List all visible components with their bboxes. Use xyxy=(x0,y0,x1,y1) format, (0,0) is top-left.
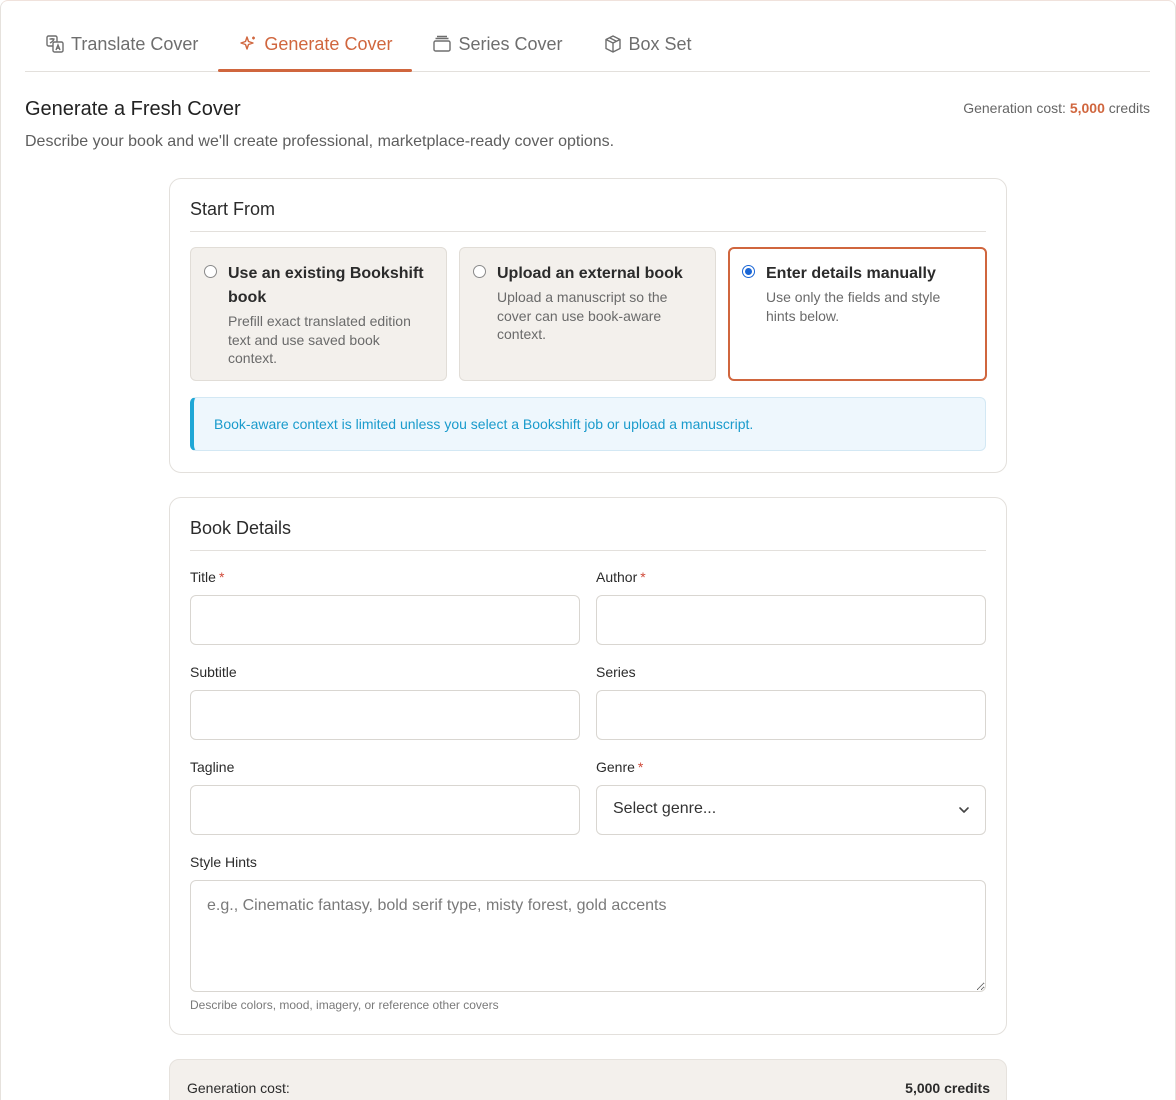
tab-label: Generate Cover xyxy=(264,33,393,54)
tab-box-set[interactable]: Box Set xyxy=(583,18,712,70)
series-label: Series xyxy=(596,664,636,680)
title-label-text: Title xyxy=(190,569,216,585)
option-title: Upload an external book xyxy=(497,265,683,282)
author-label: Author * xyxy=(596,569,646,585)
cost-summary-label: Generation cost: xyxy=(187,1080,290,1096)
author-label-text: Author xyxy=(596,569,638,585)
genre-select[interactable]: Select genre... xyxy=(596,785,986,835)
tab-label: Series Cover xyxy=(458,33,563,54)
option-description: Prefill exact translated edition text an… xyxy=(228,313,411,366)
cost-summary-value: 5,000 credits xyxy=(905,1080,990,1096)
book-aware-info-alert: Book-aware context is limited unless you… xyxy=(190,397,986,451)
cost-amount: 5,000 xyxy=(1069,100,1105,116)
genre-label-text: Genre xyxy=(596,759,635,775)
required-mark: * xyxy=(640,569,646,585)
option-upload-book[interactable]: Upload an external book Upload a manuscr… xyxy=(459,247,716,381)
start-from-title: Start From xyxy=(190,199,986,232)
tab-bar: Translate Cover Generate Cover Series Co… xyxy=(25,18,1150,72)
option-existing-book[interactable]: Use an existing Bookshift book Prefill e… xyxy=(190,247,447,381)
required-mark: * xyxy=(637,759,644,775)
cost-label: Generation cost: xyxy=(963,100,1066,116)
radio-existing-book[interactable] xyxy=(204,265,217,278)
start-from-card: Start From Use an existing Bookshift boo… xyxy=(169,178,1007,473)
tab-label: Translate Cover xyxy=(71,33,199,54)
book-details-title: Book Details xyxy=(190,518,986,551)
genre-selected-value: Select genre... xyxy=(613,800,717,817)
radio-upload-book[interactable] xyxy=(473,265,486,278)
style-hints-label: Style Hints xyxy=(190,854,257,870)
style-hints-textarea[interactable] xyxy=(190,880,986,992)
cost-unit: credits xyxy=(1108,100,1150,116)
page-description: Describe your book and we'll create prof… xyxy=(25,133,615,150)
sparkle-icon xyxy=(238,34,258,54)
option-enter-manually[interactable]: Enter details manually Use only the fiel… xyxy=(728,247,987,381)
stack-icon xyxy=(432,34,452,54)
tab-translate-cover[interactable]: Translate Cover xyxy=(25,18,218,70)
radio-enter-manually[interactable] xyxy=(742,265,755,278)
subtitle-input[interactable] xyxy=(190,690,580,740)
tagline-label: Tagline xyxy=(190,759,235,775)
chevron-down-icon xyxy=(957,803,971,817)
title-label: Title * xyxy=(190,569,224,585)
tab-generate-cover[interactable]: Generate Cover xyxy=(218,18,413,72)
generation-cost-header: Generation cost: 5,000 credits xyxy=(963,100,1150,116)
option-title: Enter details manually xyxy=(766,265,936,282)
series-input[interactable] xyxy=(596,690,986,740)
style-hints-helper: Describe colors, mood, imagery, or refer… xyxy=(190,998,499,1012)
required-mark: * xyxy=(218,569,225,585)
tab-label: Box Set xyxy=(628,33,692,54)
title-input[interactable] xyxy=(190,595,580,645)
genre-label: Genre * xyxy=(596,759,643,775)
option-title: Use an existing Bookshift book xyxy=(228,265,424,306)
author-input[interactable] xyxy=(596,595,986,645)
tagline-input[interactable] xyxy=(190,785,580,835)
book-details-card: Book Details Title * Author * Subtitle Ser… xyxy=(169,497,1007,1035)
generation-cost-summary: Generation cost: 5,000 credits xyxy=(169,1059,1007,1100)
tab-series-cover[interactable]: Series Cover xyxy=(412,18,582,70)
box-icon xyxy=(603,34,623,54)
option-description: Use only the fields and style hints belo… xyxy=(766,289,941,324)
subtitle-label: Subtitle xyxy=(190,664,237,680)
option-description: Upload a manuscript so the cover can use… xyxy=(497,289,668,342)
page-title: Generate a Fresh Cover xyxy=(25,98,241,120)
translate-icon xyxy=(45,34,65,54)
